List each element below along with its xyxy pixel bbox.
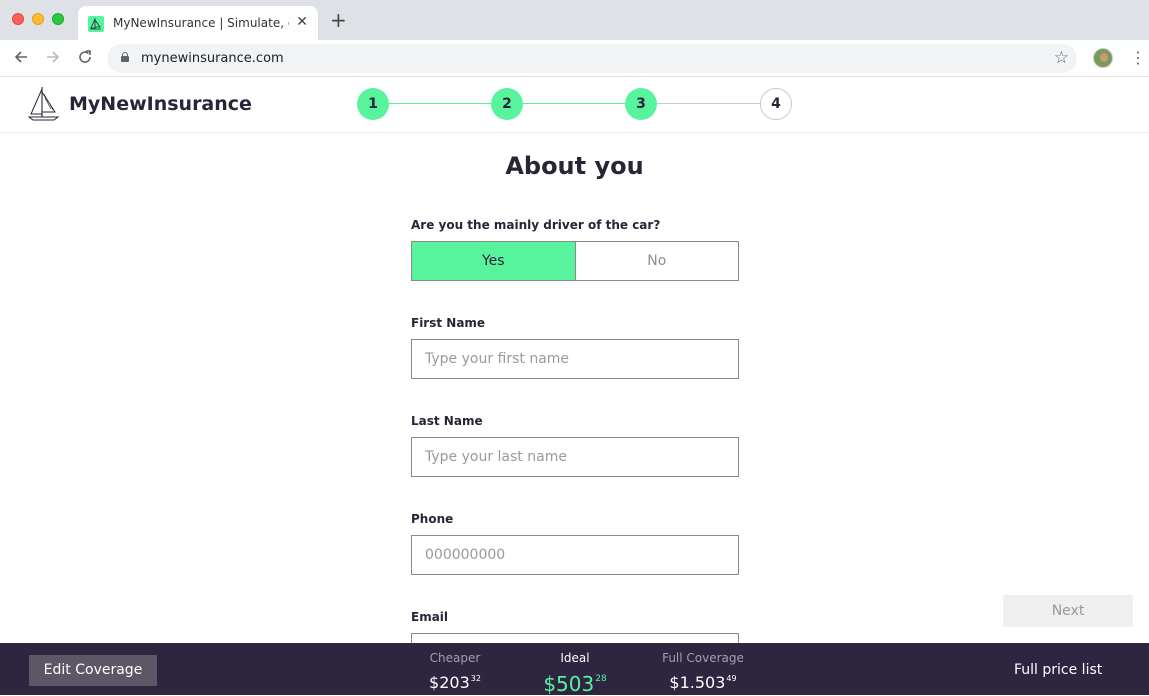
driver-toggle: Yes No <box>411 241 739 281</box>
browser-toolbar: mynewinsurance.com ☆ ⋮ <box>0 40 1149 77</box>
app-header: MyNewInsurance 1 2 3 4 <box>0 77 1149 133</box>
tab-close-icon[interactable]: ✕ <box>296 14 308 30</box>
plan-cheaper[interactable]: Cheaper $20332 <box>415 650 495 694</box>
back-icon[interactable] <box>12 49 30 67</box>
new-tab-button[interactable]: + <box>330 10 347 30</box>
url-text[interactable]: mynewinsurance.com <box>141 51 284 66</box>
plan-price: $50328 <box>543 672 607 696</box>
window-minimize-button[interactable] <box>32 13 44 25</box>
first-name-input[interactable] <box>411 339 739 379</box>
email-label: Email <box>411 610 449 624</box>
forward-icon[interactable] <box>44 49 62 67</box>
browser-menu-icon[interactable]: ⋮ <box>1130 49 1146 67</box>
step-connector <box>389 103 491 104</box>
last-name-input[interactable] <box>411 437 739 477</box>
coverage-footer-bar: Edit Coverage Cheaper $20332 Ideal $5032… <box>0 643 1149 695</box>
window-maximize-button[interactable] <box>52 13 64 25</box>
driver-yes-option[interactable]: Yes <box>412 242 575 280</box>
step-3[interactable]: 3 <box>625 88 657 120</box>
phone-label: Phone <box>411 512 454 526</box>
step-connector <box>523 103 625 104</box>
lock-icon <box>121 52 129 62</box>
plan-name: Cheaper <box>429 651 481 665</box>
step-1[interactable]: 1 <box>357 88 389 120</box>
plan-name: Full Coverage <box>662 651 744 665</box>
step-connector <box>657 103 761 104</box>
browser-tab[interactable]: MyNewInsurance | Simulate, com ✕ <box>78 6 318 40</box>
first-name-label: First Name <box>411 316 486 330</box>
favicon-icon <box>88 16 104 32</box>
sailboat-logo-icon <box>27 84 60 126</box>
page-title: About you <box>505 152 644 180</box>
reload-icon[interactable] <box>76 49 94 67</box>
plan-name: Ideal <box>560 651 590 665</box>
edit-coverage-button[interactable]: Edit Coverage <box>29 655 157 686</box>
phone-input[interactable] <box>411 535 739 575</box>
tab-title: MyNewInsurance | Simulate, com <box>113 16 289 30</box>
last-name-label: Last Name <box>411 414 483 428</box>
address-bar[interactable]: mynewinsurance.com ☆ <box>107 44 1077 73</box>
browser-tab-bar: MyNewInsurance | Simulate, com ✕ + <box>0 0 1149 40</box>
step-2[interactable]: 2 <box>491 88 523 120</box>
plan-full-coverage[interactable]: Full Coverage $1.50349 <box>652 650 754 694</box>
driver-no-option[interactable]: No <box>574 242 738 280</box>
next-button[interactable]: Next <box>1003 595 1133 627</box>
plan-ideal[interactable]: Ideal $50328 <box>530 650 620 695</box>
plan-price: $20332 <box>429 673 481 692</box>
step-4: 4 <box>760 88 792 120</box>
profile-avatar[interactable] <box>1093 48 1113 68</box>
brand-name: MyNewInsurance <box>69 93 252 115</box>
bookmark-star-icon[interactable]: ☆ <box>1054 49 1069 67</box>
progress-stepper: 1 2 3 4 <box>357 88 793 120</box>
plan-price: $1.50349 <box>669 673 737 692</box>
window-close-button[interactable] <box>12 13 24 25</box>
driver-question-label: Are you the mainly driver of the car? <box>411 218 661 232</box>
full-price-list-link[interactable]: Full price list <box>1014 662 1102 678</box>
